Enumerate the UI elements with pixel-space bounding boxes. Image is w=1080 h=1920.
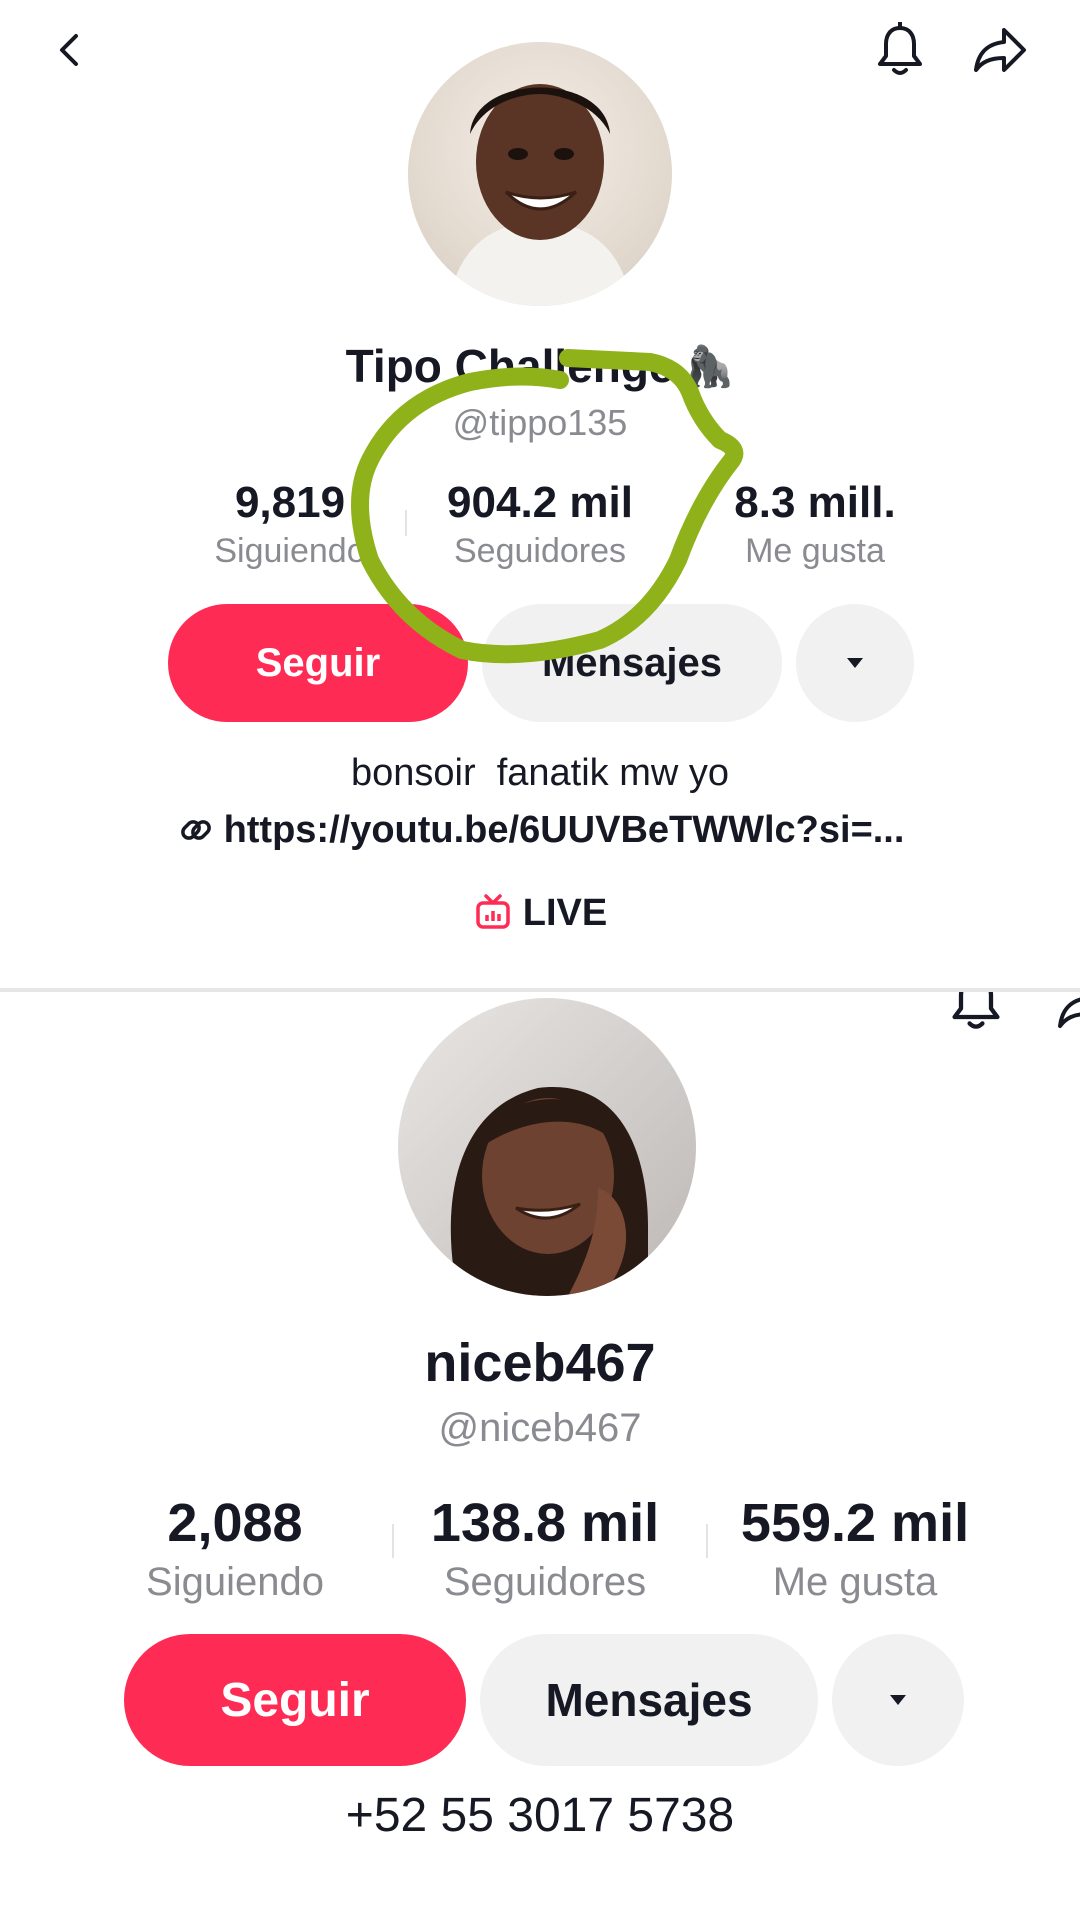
share-icon <box>1058 997 1080 1028</box>
caret-down-icon <box>890 1695 906 1705</box>
stat-separator <box>392 1524 394 1558</box>
username-handle: @niceb467 <box>438 1406 642 1450</box>
follow-button[interactable]: Seguir <box>124 1634 466 1766</box>
likes-label: Me gusta <box>772 1560 938 1604</box>
followers-count[interactable]: 138.8 mil <box>400 1492 690 1554</box>
followers-label: Seguidores <box>443 1560 647 1604</box>
profile-screenshot-bottom: niceb467 @niceb467 2,088 Siguiendo 138.8… <box>0 992 1080 1920</box>
more-options-button[interactable] <box>832 1634 964 1766</box>
following-count[interactable]: 2,088 <box>90 1492 380 1554</box>
likes-count[interactable]: 559.2 mil <box>710 1492 1000 1554</box>
avatar-image <box>398 998 696 1296</box>
bio-phone: +52 55 3017 5738 <box>345 1789 735 1842</box>
message-button[interactable]: Mensajes <box>480 1634 818 1766</box>
stat-separator <box>706 1524 708 1558</box>
notification-bell-button[interactable] <box>944 992 1008 1034</box>
following-label: Siguiendo <box>146 1560 324 1604</box>
display-name: niceb467 <box>424 1333 656 1393</box>
share-button[interactable] <box>1052 992 1080 1038</box>
annotation-scribble <box>351 349 744 664</box>
profile-screenshot-top: Tipo Challenge 🦍 @tippo135 9,819 Siguien… <box>0 0 1080 990</box>
profile-avatar[interactable] <box>398 998 696 1296</box>
bell-icon <box>952 992 1000 1029</box>
